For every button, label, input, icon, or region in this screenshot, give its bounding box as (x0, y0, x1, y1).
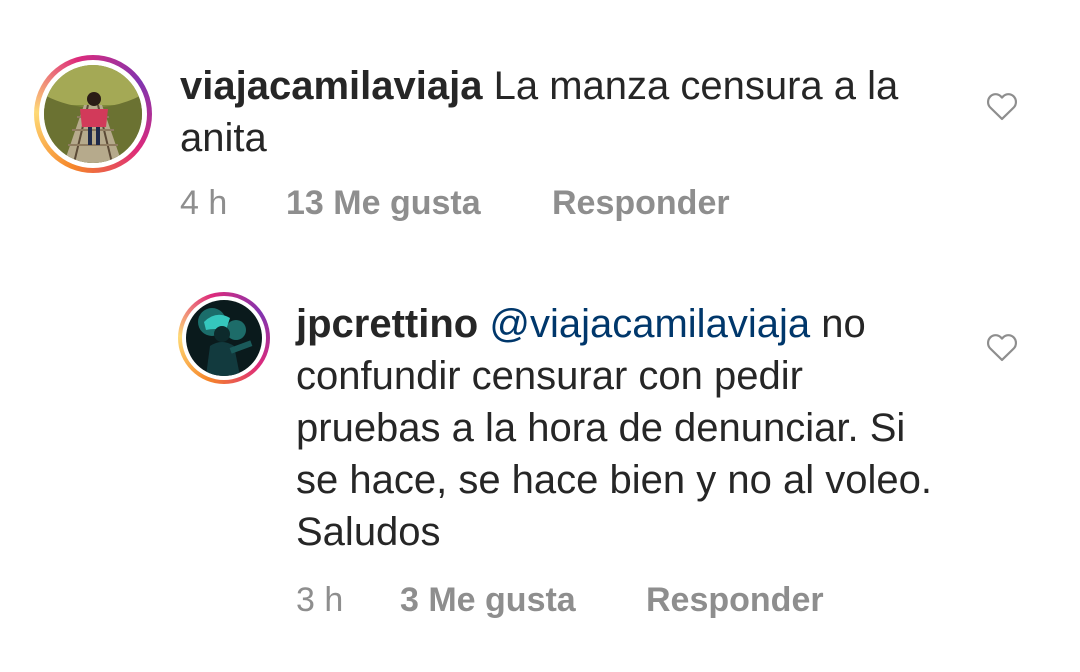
avatar-photo-bridge (44, 65, 142, 163)
reply-button[interactable]: Responder (552, 183, 730, 223)
avatar-photo-concert (186, 300, 262, 376)
heart-outline-icon[interactable] (985, 91, 1019, 121)
comment-meta: 4 h 13 Me gusta Responder (180, 183, 820, 223)
reply-time: 3 h (296, 581, 344, 619)
reply-button[interactable]: Responder (646, 580, 824, 620)
reply-username[interactable]: jpcrettino (296, 302, 478, 346)
avatar (44, 65, 142, 163)
comment: viajacamilaviaja La manza censura a la a… (0, 0, 1080, 240)
likes-count-button[interactable]: 3 Me gusta (400, 580, 576, 620)
avatar-story-ring[interactable] (34, 55, 152, 173)
comment-text: viajacamilaviaja La manza censura a la a… (180, 60, 970, 164)
reply-mention-link[interactable]: @viajacamilaviaja (489, 302, 810, 346)
reply-text: jpcrettino @viajacamilaviaja no confundi… (296, 298, 956, 558)
reply-meta: 3 h 3 Me gusta Responder (296, 580, 856, 620)
reply-comment: jpcrettino @viajacamilaviaja no confundi… (0, 280, 1080, 672)
heart-outline-icon[interactable] (985, 332, 1019, 362)
likes-count-button[interactable]: 13 Me gusta (286, 183, 481, 223)
avatar-story-ring[interactable] (178, 292, 270, 384)
comment-time: 4 h (180, 184, 228, 222)
avatar (186, 300, 262, 376)
comment-username[interactable]: viajacamilaviaja (180, 64, 482, 108)
